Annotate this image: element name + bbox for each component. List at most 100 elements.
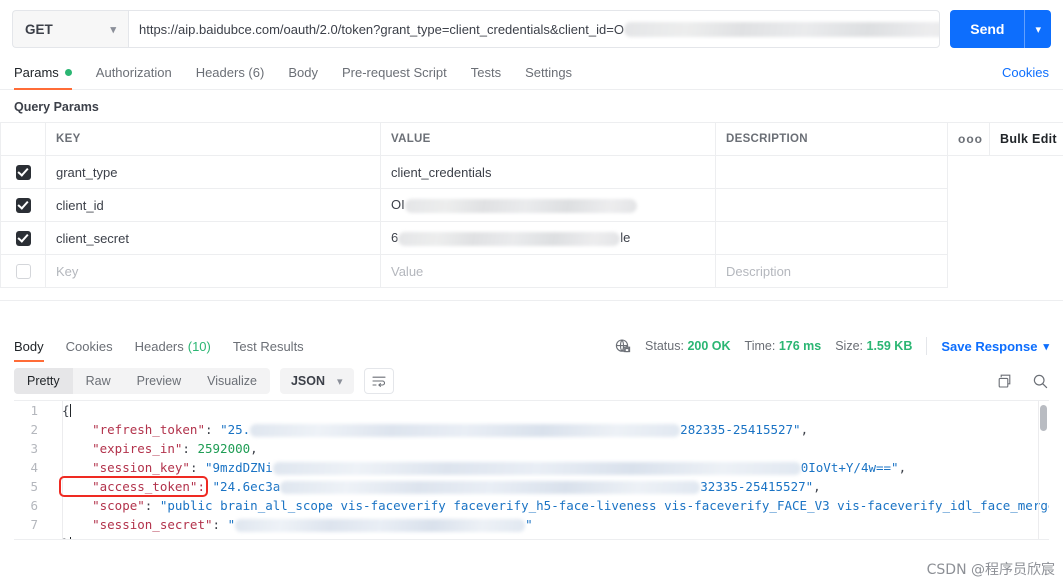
code-token: "9mzdDZNi: [205, 460, 273, 475]
code-text: "refresh_token": "25. 282335-25415527",: [48, 420, 808, 439]
more-options-button[interactable]: ooo: [947, 122, 990, 156]
tab-params[interactable]: Params: [14, 56, 72, 90]
code-token: :: [205, 422, 221, 437]
copy-icon[interactable]: [997, 373, 1014, 390]
tab-pre-request-script[interactable]: Pre-request Script: [342, 56, 447, 90]
code-token: {: [62, 403, 70, 418]
url-text: https://aip.baidubce.com/oauth/2.0/token…: [139, 21, 940, 37]
param-description-placeholder[interactable]: Description: [715, 254, 948, 288]
param-value-text: 6: [391, 230, 399, 246]
http-method-label: GET: [25, 21, 53, 37]
code-text: "session_key": "9mzdDZNi 0IoVt+Y/4w==",: [48, 458, 906, 477]
param-checkbox[interactable]: [15, 231, 31, 247]
chevron-down-icon: ▾: [1043, 340, 1049, 353]
tab-tests[interactable]: Tests: [471, 56, 501, 90]
response-body-code[interactable]: 1{2 "refresh_token": "25. 282335-25415527…: [14, 400, 1049, 540]
code-token: :: [189, 460, 205, 475]
redacted-token: [235, 519, 526, 532]
text-cursor: [69, 404, 71, 417]
view-pretty[interactable]: Pretty: [14, 368, 73, 394]
access-token-highlight: "access_token":: [59, 476, 208, 497]
param-checkbox[interactable]: [15, 198, 31, 214]
code-text: "session_secret": " ": [48, 515, 533, 534]
tab-settings[interactable]: Settings: [525, 56, 572, 90]
search-icon[interactable]: [1032, 373, 1049, 390]
response-tab-test-results[interactable]: Test Results: [233, 328, 304, 364]
tab-body[interactable]: Body: [288, 56, 318, 90]
query-params-title: Query Params: [14, 100, 99, 114]
save-response-button[interactable]: Save Response ▾: [941, 339, 1049, 354]
tab-headers[interactable]: Headers (6): [196, 56, 265, 90]
view-preview[interactable]: Preview: [124, 368, 194, 394]
row-checkbox-cell: [0, 221, 46, 255]
param-checkbox[interactable]: [15, 264, 31, 280]
send-group: Send ▾: [950, 10, 1051, 48]
ellipsis-icon: ooo: [958, 132, 983, 146]
divider: [926, 337, 928, 355]
save-response-label: Save Response: [941, 338, 1038, 354]
watermark: CSDN @程序员欣宸: [926, 562, 1055, 578]
send-options-chevron-icon[interactable]: ▾: [1024, 10, 1051, 48]
row-checkbox-cell: [0, 155, 46, 189]
param-value[interactable]: client_credentials: [380, 155, 716, 189]
code-token: "refresh_token": [62, 422, 205, 437]
request-url-bar: GET ▾ https://aip.baidubce.com/oauth/2.0…: [0, 0, 1063, 56]
url-input[interactable]: https://aip.baidubce.com/oauth/2.0/token…: [128, 10, 941, 48]
param-description[interactable]: [715, 155, 948, 189]
table-row-new: Key Value Description: [0, 254, 1063, 288]
row-spacer: [990, 222, 1063, 255]
pane-splitter[interactable]: [0, 300, 1063, 328]
line-number: 8: [14, 534, 48, 539]
code-token: "24.6ec3a: [212, 479, 281, 494]
tab-authorization[interactable]: Authorization: [96, 56, 172, 90]
column-header-key: KEY: [45, 122, 381, 156]
response-tab-headers[interactable]: Headers (10): [135, 328, 211, 364]
header-checkbox-cell: [0, 122, 46, 156]
code-line: 5 "access_token": "24.6ec3a 32335-2541552…: [14, 476, 1049, 497]
response-tab-body[interactable]: Body: [14, 328, 44, 364]
format-select[interactable]: JSON ▾: [279, 368, 354, 394]
row-checkbox-cell: [0, 254, 46, 288]
param-value-placeholder[interactable]: Value: [380, 254, 716, 288]
table-row: client_secret 6 le: [0, 221, 1063, 255]
table-row: grant_type client_credentials: [0, 155, 1063, 189]
wrap-lines-button[interactable]: [363, 368, 394, 394]
url-prefix: https://aip.baidubce.com/oauth/2.0/token…: [139, 21, 624, 37]
scrollbar-track[interactable]: [1038, 401, 1049, 539]
http-method-select[interactable]: GET ▾: [12, 10, 128, 48]
param-key[interactable]: client_secret: [45, 221, 381, 255]
code-line: 1{: [14, 401, 1049, 420]
bulk-edit-button[interactable]: Bulk Edit: [1000, 132, 1057, 146]
postman-window: GET ▾ https://aip.baidubce.com/oauth/2.0…: [0, 0, 1063, 583]
cookies-link[interactable]: Cookies: [1002, 65, 1049, 80]
send-button[interactable]: Send: [950, 10, 1025, 48]
scrollbar-thumb[interactable]: [1040, 405, 1047, 431]
row-spacer: [948, 189, 990, 222]
redacted-token: [250, 424, 681, 437]
param-key[interactable]: grant_type: [45, 155, 381, 189]
param-description[interactable]: [715, 188, 948, 222]
param-key[interactable]: client_id: [45, 188, 381, 222]
view-raw[interactable]: Raw: [73, 368, 124, 394]
param-description[interactable]: [715, 221, 948, 255]
row-spacer: [990, 189, 1063, 222]
param-key-placeholder[interactable]: Key: [45, 254, 381, 288]
request-tabs: Params Authorization Headers (6) Body Pr…: [0, 56, 1063, 90]
globe-lock-icon: [615, 338, 631, 354]
redacted-token: [272, 462, 801, 475]
view-visualize[interactable]: Visualize: [194, 368, 270, 394]
code-text: {: [48, 401, 71, 420]
code-token: ,: [898, 460, 907, 475]
format-label: JSON: [290, 374, 325, 388]
response-tab-cookies[interactable]: Cookies: [66, 328, 113, 364]
line-number: 1: [30, 403, 38, 418]
param-checkbox[interactable]: [15, 165, 31, 181]
code-token: "25.: [220, 422, 251, 437]
row-spacer: [948, 156, 990, 189]
param-value[interactable]: 6 le: [380, 221, 716, 255]
code-text: "scope": "public brain_all_scope vis-fac…: [48, 496, 1049, 515]
param-value[interactable]: OI: [380, 188, 716, 222]
redacted-client-id: [623, 21, 940, 37]
chevron-down-icon: ▾: [110, 23, 116, 36]
time-group: Time: 176 ms: [745, 339, 822, 353]
